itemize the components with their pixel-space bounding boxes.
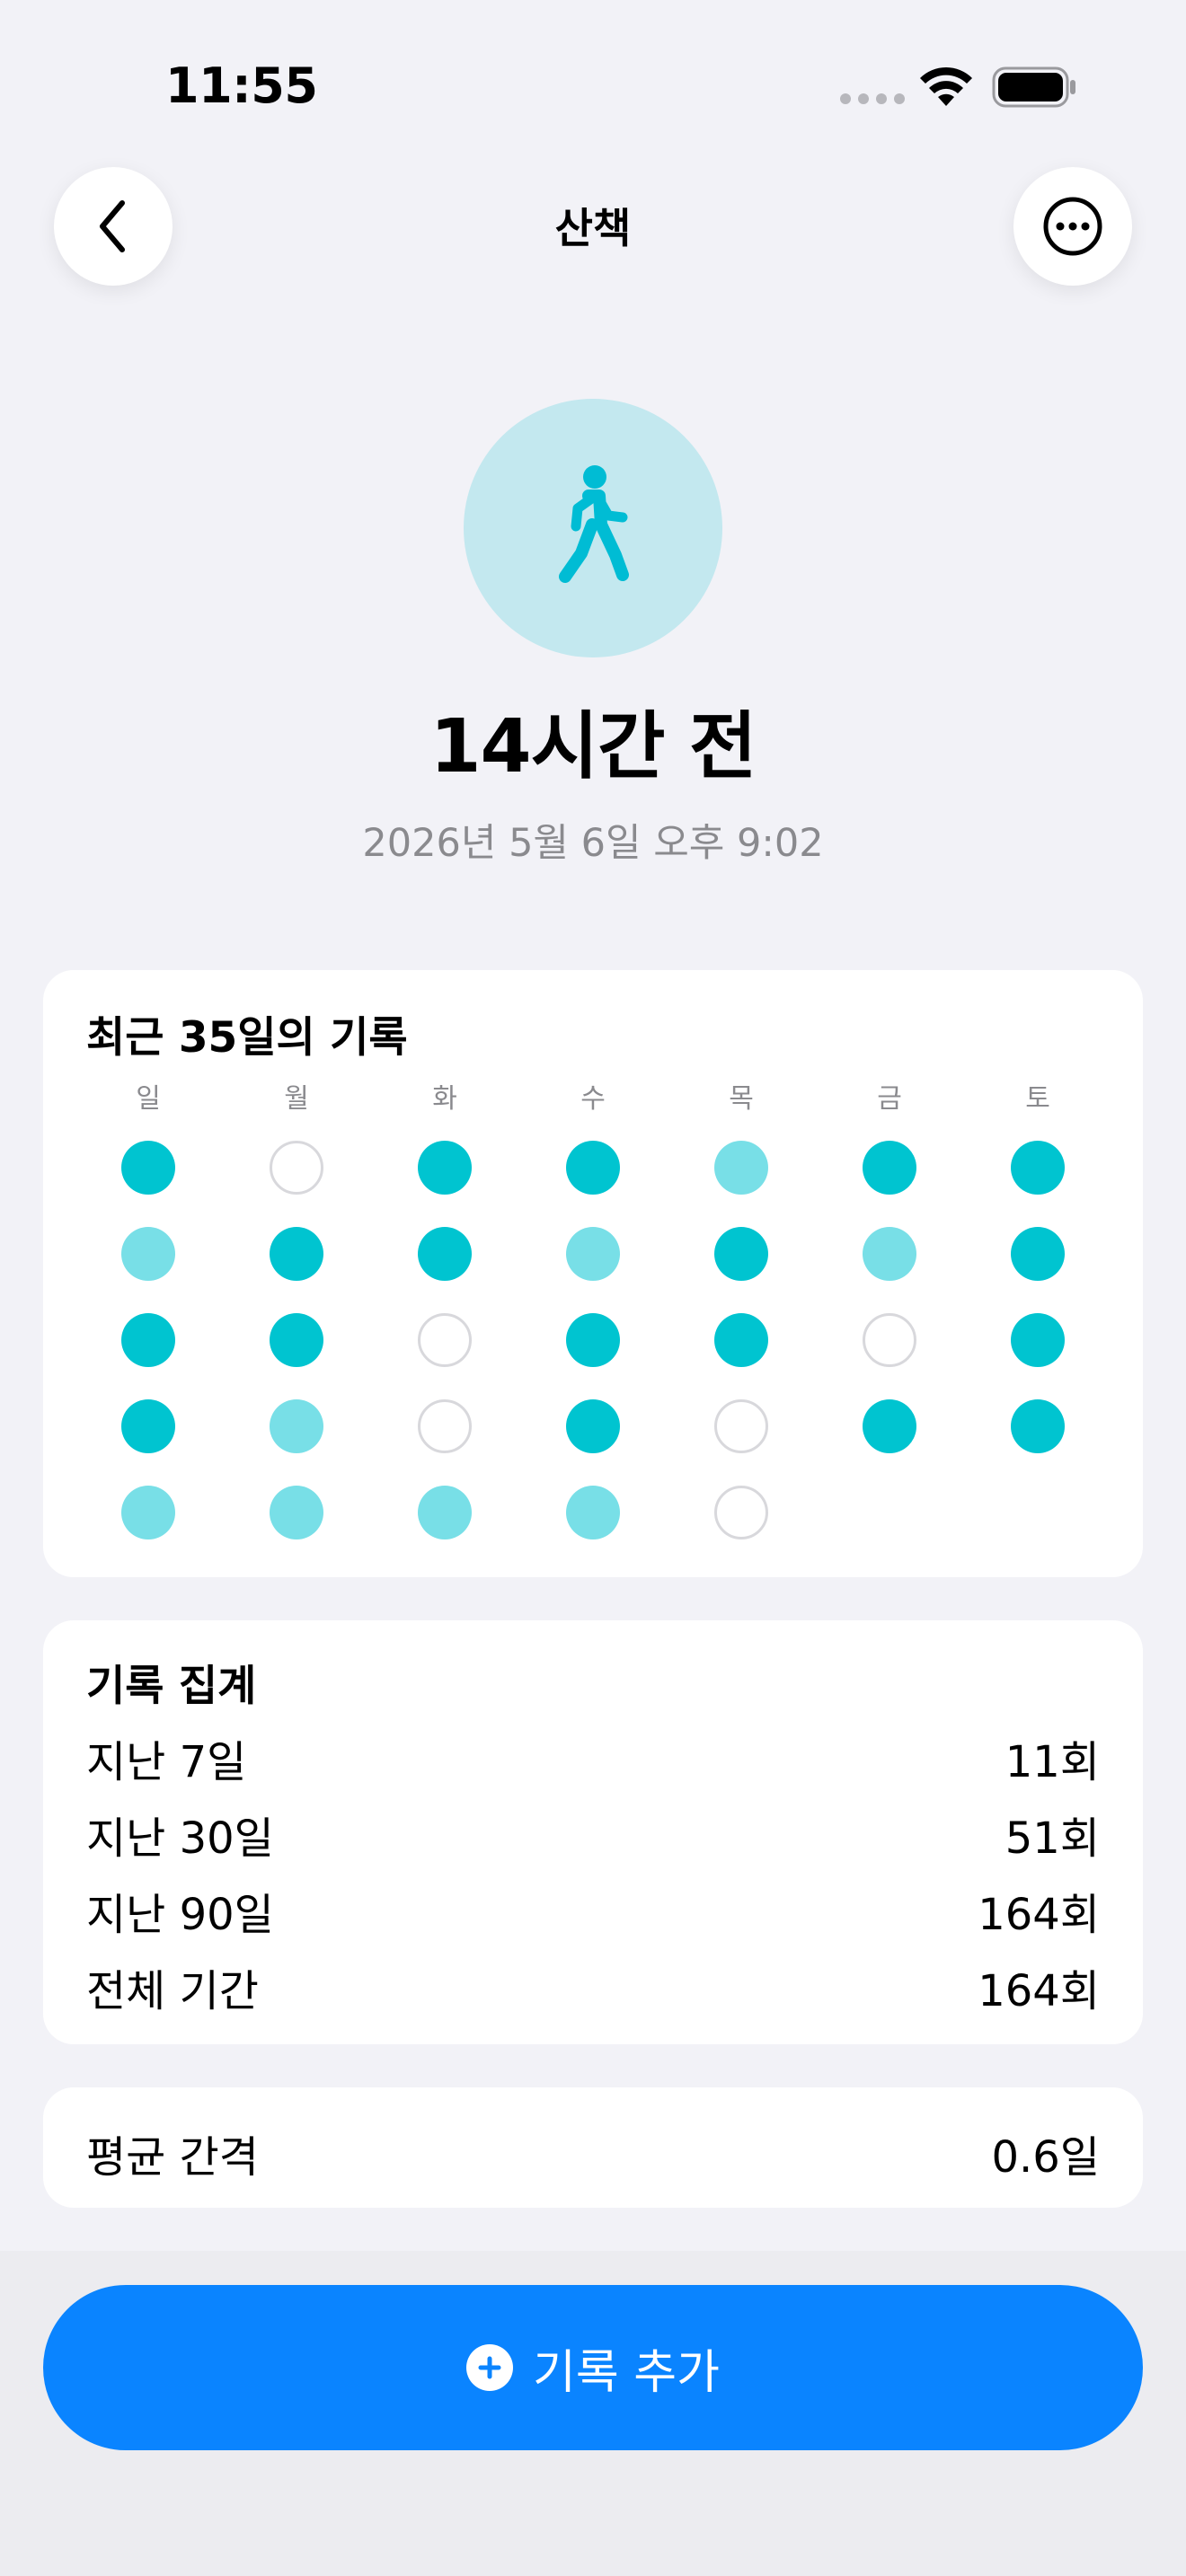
history-card: 최근 35일의 기록 일월화수목금토 [43,970,1143,1577]
stats-card: 기록 집계 지난 7일 11회 지난 30일 51회 지난 90일 164회 전… [43,1620,1143,2044]
stat-label: 지난 90일 [86,1890,274,1940]
day-dot-light [121,1486,175,1539]
day-dot-full [121,1399,175,1453]
ellipsis-circle-icon [1043,197,1102,256]
more-button[interactable] [1013,167,1132,286]
day-dot-light [270,1486,323,1539]
day-dot-light [121,1227,175,1281]
day-dot-full [121,1313,175,1367]
stat-label: 전체 기간 [86,1966,259,2016]
battery-icon [992,66,1075,108]
day-dot-light [270,1399,323,1453]
stat-label: 지난 30일 [86,1813,274,1864]
stat-value: 164회 [978,1890,1100,1940]
day-dot-full [566,1313,620,1367]
stat-row-30d: 지난 30일 51회 [86,1803,1100,1866]
day-dot-full [863,1141,916,1195]
last-record-datetime: 2026년 5월 6일 오후 9:02 [362,821,824,866]
day-dot-empty [270,1141,323,1195]
last-record-relative: 14시간 전 [429,704,757,790]
day-dot-full [418,1141,472,1195]
day-dot-empty [714,1399,768,1453]
day-dot-light [566,1227,620,1281]
day-dot-light [863,1227,916,1281]
walking-person-icon [559,465,629,583]
day-dot-empty [863,1313,916,1367]
stat-label: 지난 7일 [86,1737,247,1787]
day-dot-empty [418,1399,472,1453]
day-dot-full [714,1227,768,1281]
average-label: 평균 간격 [86,2132,259,2183]
cellular-signal-icon [840,93,905,104]
day-dot-full [121,1141,175,1195]
day-dot-full [1011,1227,1065,1281]
day-dot-full [1011,1141,1065,1195]
stat-value: 51회 [1005,1813,1100,1864]
day-dot-full [863,1399,916,1453]
day-dot-full [1011,1399,1065,1453]
day-dot-full [418,1227,472,1281]
page-title: 산책 [554,204,632,252]
status-bar: 11:55 [0,0,1186,171]
day-dot-full [270,1227,323,1281]
status-time: 11:55 [165,57,318,114]
history-calendar-grid [43,970,1143,1577]
wifi-icon [920,66,972,106]
activity-icon-badge [464,399,722,657]
day-dot-empty [418,1313,472,1367]
stat-value: 164회 [978,1966,1100,2016]
add-record-button[interactable]: 기록 추가 [43,2285,1143,2450]
day-dot-full [270,1313,323,1367]
average-card: 평균 간격 0.6일 [43,2087,1143,2208]
stat-row-all: 전체 기간 164회 [86,1955,1100,2018]
day-dot-full [714,1313,768,1367]
day-dot-full [566,1399,620,1453]
day-dot-full [1011,1313,1065,1367]
day-dot-light [566,1486,620,1539]
stats-title: 기록 집계 [86,1662,257,1711]
day-dot-full [566,1141,620,1195]
stat-value: 11회 [1005,1737,1100,1787]
day-dot-light [714,1141,768,1195]
screen: 11:55 산책 14시간 전 2026년 5월 6일 오후 9:02 최근 3… [0,0,1186,2576]
plus-circle-icon [466,2344,514,2391]
average-row: 평균 간격 0.6일 [86,2122,1100,2184]
day-dot-empty [714,1486,768,1539]
day-dot-light [418,1486,472,1539]
stat-row-7d: 지난 7일 11회 [86,1726,1100,1789]
add-record-label: 기록 추가 [533,2345,720,2400]
average-value: 0.6일 [991,2132,1101,2183]
stat-row-90d: 지난 90일 164회 [86,1879,1100,1942]
